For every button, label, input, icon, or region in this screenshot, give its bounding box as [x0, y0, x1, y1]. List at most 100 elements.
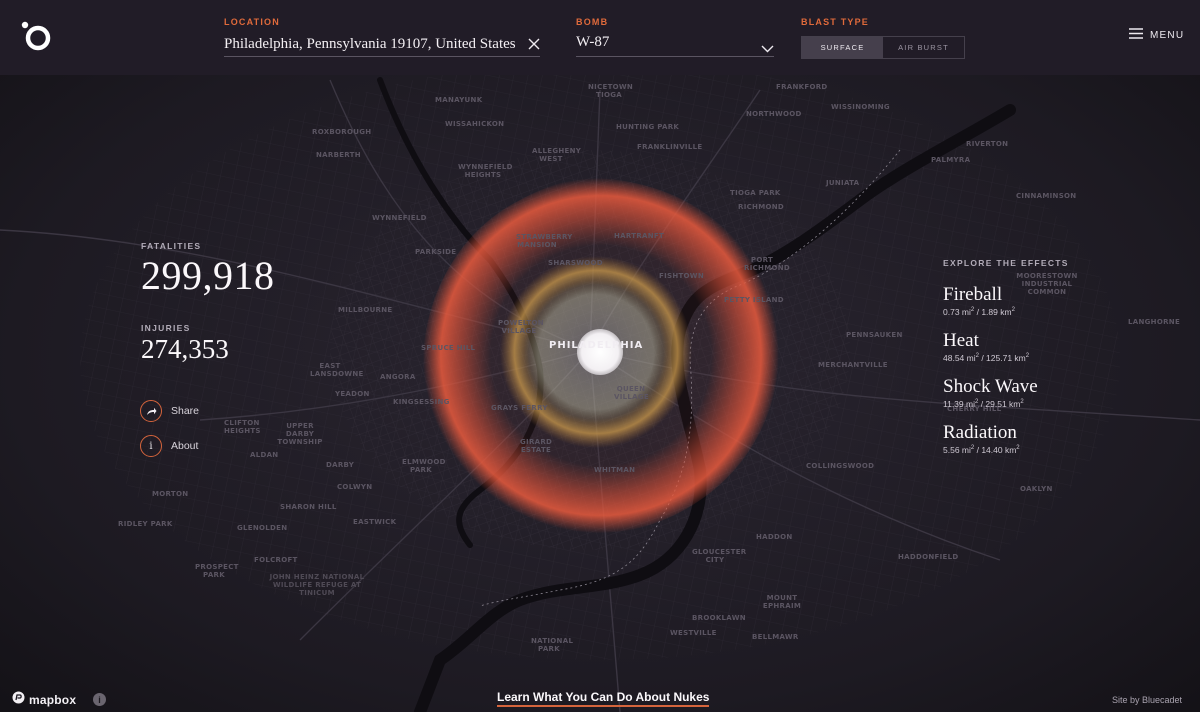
hamburger-icon — [1129, 26, 1143, 44]
map-label: MANAYUNK — [435, 96, 483, 104]
location-input[interactable]: Philadelphia, Pennsylvania 19107, United… — [224, 31, 540, 57]
map-label: WYNNEFIELD HEIGHTS — [458, 163, 513, 179]
attribution-info-icon[interactable]: i — [93, 693, 106, 706]
info-icon: i — [140, 435, 162, 457]
menu-label: MENU — [1150, 29, 1185, 41]
map-label: SHARON HILL — [280, 503, 337, 511]
map-label: NORTHWOOD — [746, 110, 802, 118]
map-label: RIVERTON — [966, 140, 1009, 148]
effects-title: EXPLORE THE EFFECTS — [943, 258, 1069, 268]
location-value[interactable]: Philadelphia, Pennsylvania 19107, United… — [224, 36, 516, 53]
map-label: MILLBOURNE — [338, 306, 393, 314]
map-label: WYNNEFIELD — [372, 214, 427, 222]
map-label: BROOKLAWN — [692, 614, 746, 622]
map-label: HADDON — [756, 533, 793, 541]
map-label: ANGORA — [380, 373, 416, 381]
map-label: PETTY ISLAND — [724, 296, 784, 304]
map-label: UPPER DARBY TOWNSHIP — [277, 422, 323, 446]
chevron-down-icon — [761, 40, 774, 53]
clear-icon[interactable] — [528, 37, 540, 50]
map-label: NARBERTH — [316, 151, 361, 159]
map-label: PARKSIDE — [415, 248, 457, 256]
map-label: MORTON — [152, 490, 189, 498]
map-label: EAST LANSDOWNE — [310, 362, 364, 378]
map-label: QUEEN VILLAGE — [614, 385, 649, 401]
map-label: EASTWICK — [353, 518, 397, 526]
effect-radiation[interactable]: Radiation 5.56 mi2 / 14.40 km2 — [943, 422, 1020, 456]
blast-option-surface[interactable]: SURFACE — [802, 37, 883, 58]
effect-name: Fireball — [943, 284, 1003, 305]
menu-button[interactable]: MENU — [1129, 28, 1184, 42]
map-label: ELMWOOD PARK — [402, 458, 446, 474]
logo-icon[interactable] — [20, 20, 52, 52]
fatalities-label: FATALITIES — [141, 241, 202, 251]
bomb-value: W-87 — [576, 34, 610, 50]
map-label: TIOGA PARK — [730, 189, 781, 197]
map-label: FRANKLINVILLE — [637, 143, 703, 151]
map-label: DARBY — [326, 461, 355, 469]
map-label: RICHMOND — [738, 203, 784, 211]
map-label: NATIONAL PARK — [531, 637, 574, 653]
site-credit[interactable]: Site by Bluecadet — [1112, 695, 1182, 705]
top-bar: LOCATION Philadelphia, Pennsylvania 1910… — [0, 0, 1200, 75]
injuries-label: INJURIES — [141, 323, 191, 333]
map-label: WISSAHICKON — [445, 120, 505, 128]
map-label: WESTVILLE — [670, 629, 717, 637]
map-label: BELLMAWR — [752, 633, 799, 641]
map-label: GLOUCESTER CITY — [692, 548, 747, 564]
map-label: HUNTING PARK — [616, 123, 680, 131]
share-button[interactable]: Share — [140, 399, 199, 423]
location-label: LOCATION — [224, 17, 280, 27]
bomb-select[interactable]: W-87 — [576, 31, 774, 57]
share-icon — [140, 400, 162, 422]
effect-area: 5.56 mi2 / 14.40 km2 — [943, 445, 1020, 455]
blast-type-label: BLAST TYPE — [801, 17, 870, 27]
map-label: WISSINOMING — [831, 103, 890, 111]
map-label: MERCHANTVILLE — [818, 361, 888, 369]
learn-more-link[interactable]: Learn What You Can Do About Nukes — [497, 690, 710, 707]
map-label: PROSPECT PARK — [195, 563, 239, 579]
mapbox-label: mapbox — [29, 693, 77, 707]
injuries-value: 274,353 — [141, 334, 229, 364]
map-label: GIRARD ESTATE — [520, 438, 553, 454]
map-label: SHARSWOOD — [548, 259, 603, 267]
map-label: MOUNT EPHRAIM — [762, 594, 802, 610]
map-label: CLIFTON HEIGHTS — [224, 419, 261, 435]
map-label: STRAWBERRY MANSION — [516, 233, 573, 249]
effect-name: Shock Wave — [943, 376, 1038, 397]
about-button[interactable]: i About — [140, 434, 198, 458]
share-label: Share — [171, 405, 200, 417]
effect-area: 48.54 mi2 / 125.71 km2 — [943, 353, 1030, 363]
city-label: PHILADELPHIA — [549, 340, 644, 351]
map-label: RIDLEY PARK — [118, 520, 173, 528]
map-label: KINGSESSING — [393, 398, 450, 406]
map-label: CINNAMINSON — [1016, 192, 1077, 200]
map-label: YEADON — [335, 390, 370, 398]
effect-name: Radiation — [943, 422, 1017, 443]
mapbox-icon — [12, 691, 25, 709]
map-label: MOORESTOWN INDUSTRIAL COMMON — [1016, 272, 1078, 296]
fatalities-value: 299,918 — [141, 253, 275, 298]
effect-shock-wave[interactable]: Shock Wave 11.39 mi2 / 29.51 km2 — [943, 376, 1038, 410]
map-label: OAKLYN — [1020, 485, 1053, 493]
map-label: NICETOWN TIOGA — [588, 83, 634, 99]
map-label: SPRUCE HILL — [421, 344, 476, 352]
mapbox-logo[interactable]: mapbox — [12, 691, 76, 709]
map-label: ROXBOROUGH — [312, 128, 372, 136]
map-label: JOHN HEINZ NATIONAL WILDLIFE REFUGE AT T… — [269, 573, 365, 597]
map-label: JUNIATA — [826, 179, 860, 187]
bomb-label: BOMB — [576, 17, 609, 27]
about-label: About — [171, 440, 199, 452]
map-label: FOLCROFT — [254, 556, 298, 564]
effect-fireball[interactable]: Fireball 0.73 mi2 / 1.89 km2 — [943, 284, 1015, 318]
blast-option-air-burst[interactable]: AIR BURST — [883, 37, 964, 58]
map-label: PALMYRA — [931, 156, 971, 164]
map-label: PENNSAUKEN — [846, 331, 903, 339]
map-label: LANGHORNE — [1128, 318, 1181, 326]
effect-name: Heat — [943, 330, 979, 351]
map-label: COLWYN — [337, 483, 373, 491]
map-label: GLENOLDEN — [237, 524, 288, 532]
map-label: WHITMAN — [594, 466, 636, 474]
effect-heat[interactable]: Heat 48.54 mi2 / 125.71 km2 — [943, 330, 1030, 364]
map-label: HADDONFIELD — [898, 553, 959, 561]
